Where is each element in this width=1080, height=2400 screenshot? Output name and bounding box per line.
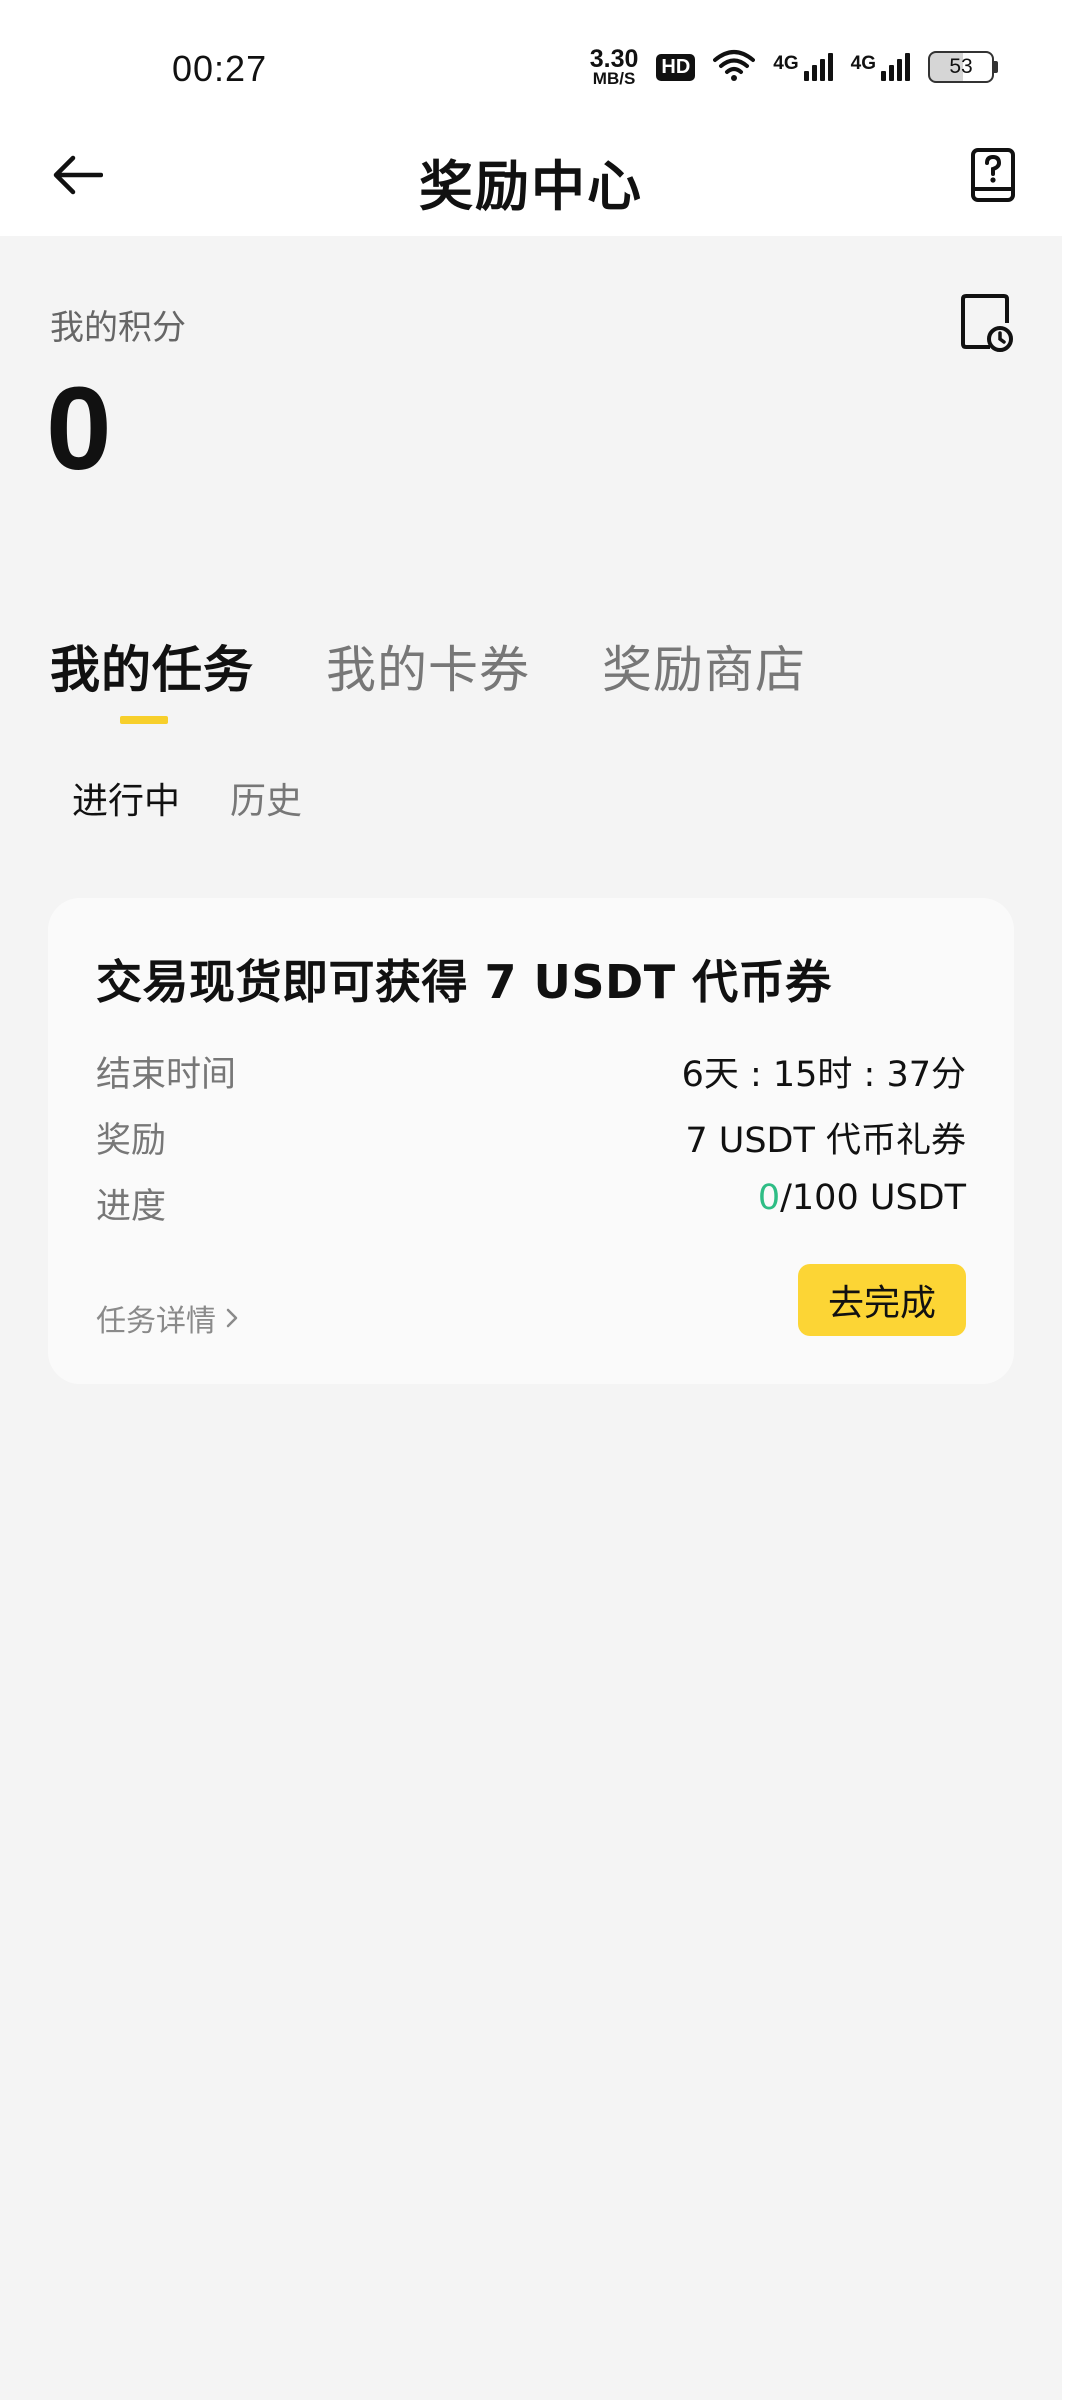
battery-icon: 53 (928, 51, 998, 83)
signal-icon: 4G (773, 53, 833, 81)
battery-level: 53 (928, 51, 994, 83)
signal-label: 4G (773, 53, 799, 74)
help-book-icon (968, 147, 1018, 207)
task-title: 交易现货即可获得 7 USDT 代币券 (96, 955, 832, 1009)
network-speed: 3.30 MB/S (589, 45, 639, 88)
network-speed-value: 3.30 (589, 45, 639, 74)
sub-tabs: 进行中 历史 (72, 772, 302, 824)
status-icons: 3.30 MB/S HD 4G 4G 53 (589, 45, 998, 88)
network-speed-unit: MB/S (592, 68, 636, 88)
end-time-value: 6天 : 15时 : 37分 (681, 1055, 966, 1095)
status-bar: 00:27 3.30 MB/S HD 4G 4G 53 (0, 0, 1080, 118)
main-tabs: 我的任务 我的卡券 奖励商店 (50, 630, 806, 730)
signal-label: 4G (850, 53, 876, 74)
go-complete-button[interactable]: 去完成 (798, 1264, 966, 1336)
subtab-in-progress[interactable]: 进行中 (72, 772, 180, 824)
progress-total: /100 USDT (780, 1178, 966, 1218)
tab-reward-store[interactable]: 奖励商店 (602, 630, 806, 730)
signal-icon: 4G (851, 53, 910, 81)
subtab-history[interactable]: 历史 (230, 772, 302, 824)
end-time-row: 结束时间 6天 : 15时 : 37分 (96, 1046, 966, 1097)
progress-value: 0/100 USDT (758, 1178, 966, 1229)
tab-label: 我的卡券 (326, 641, 530, 699)
progress-current: 0 (757, 1178, 781, 1218)
help-button[interactable] (962, 146, 1024, 208)
points-value: 0 (46, 363, 112, 495)
wifi-icon (713, 48, 756, 86)
tab-my-tasks[interactable]: 我的任务 (50, 630, 254, 730)
progress-row: 进度 0/100 USDT (96, 1178, 966, 1229)
reward-label: 奖励 (96, 1121, 167, 1161)
reward-row: 奖励 7 USDT 代币礼券 (96, 1112, 966, 1163)
status-time: 00:27 (172, 48, 268, 89)
task-detail-link[interactable]: 任务详情 (96, 1296, 238, 1340)
points-label: 我的积分 (50, 308, 186, 348)
active-tab-indicator (120, 716, 168, 724)
end-time-label: 结束时间 (96, 1055, 237, 1095)
tab-label: 奖励商店 (602, 641, 806, 699)
points-history-icon (960, 293, 1014, 357)
hd-icon: HD (656, 53, 696, 81)
task-detail-label: 任务详情 (96, 1304, 216, 1339)
tab-label: 我的任务 (50, 641, 254, 699)
reward-value: 7 USDT 代币礼券 (685, 1121, 966, 1161)
app-bar: 奖励中心 (0, 118, 1080, 236)
tab-my-coupons[interactable]: 我的卡券 (326, 630, 530, 730)
task-card: 交易现货即可获得 7 USDT 代币券 结束时间 6天 : 15时 : 37分 … (48, 898, 1014, 1384)
chevron-right-icon (226, 1301, 238, 1336)
points-history-button[interactable] (952, 290, 1022, 360)
progress-label: 进度 (96, 1187, 167, 1227)
page-title: 奖励中心 (419, 155, 643, 218)
